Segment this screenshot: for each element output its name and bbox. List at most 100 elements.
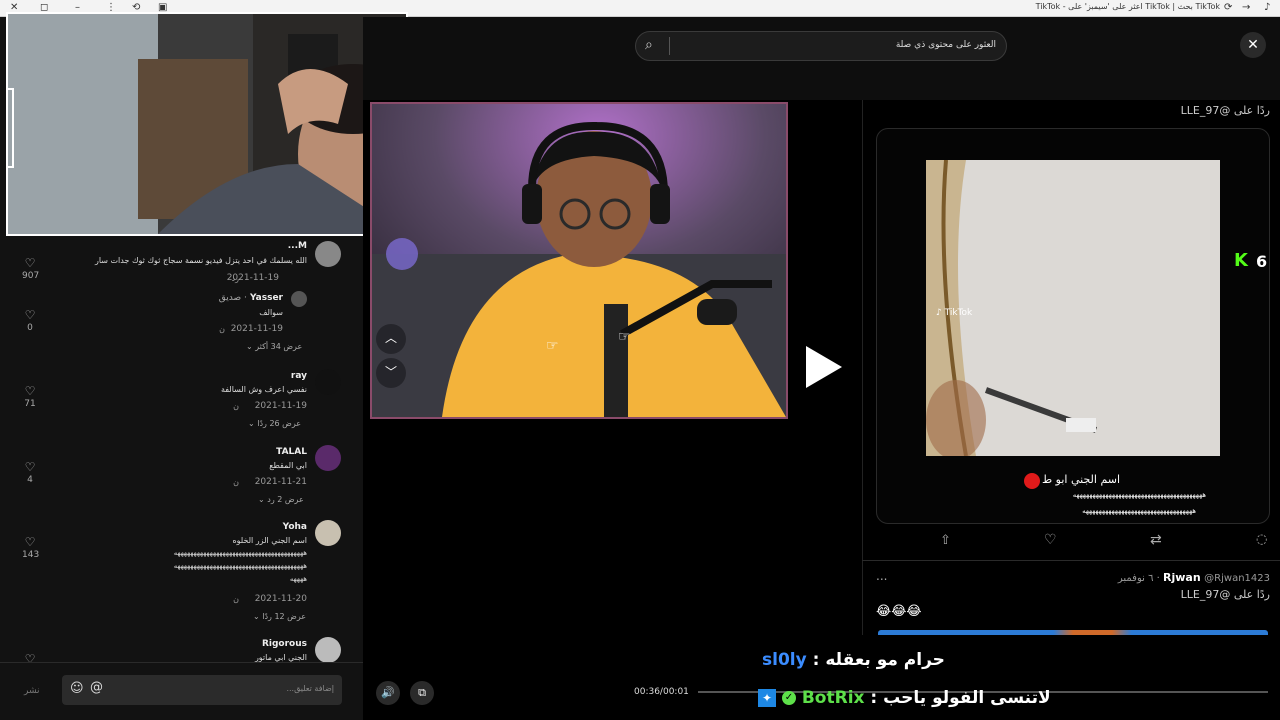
picture-in-picture-button[interactable]: ⧉ bbox=[410, 681, 434, 705]
forward-icon[interactable]: → bbox=[1242, 1, 1250, 15]
reply-author[interactable]: Rjwan bbox=[1163, 571, 1201, 584]
reply-header: Rjwan @Rjwan1423 · ٦ نوفمبر bbox=[1118, 571, 1270, 584]
reply-icon[interactable]: ◌ bbox=[1256, 532, 1267, 547]
like-button[interactable]: ♡ 0 bbox=[22, 309, 38, 333]
viewer-count: 6 bbox=[1256, 252, 1268, 271]
comment-author[interactable]: ray bbox=[291, 371, 307, 381]
kick-logo-icon: K bbox=[1234, 250, 1248, 271]
mention-icon[interactable]: @ bbox=[90, 680, 103, 695]
avatar[interactable] bbox=[315, 241, 341, 267]
chevron-down-icon: ﹀ bbox=[384, 365, 397, 379]
chat-message: ✦ ✓ BotRix : لاتنسى الفولو ياحب bbox=[758, 688, 1051, 708]
chat-text: حرام مو بعقله bbox=[825, 650, 945, 670]
post-button[interactable]: نشر bbox=[24, 686, 40, 696]
comment-date: 2021-11-20 bbox=[254, 594, 307, 604]
heart-icon: ♡ bbox=[24, 256, 36, 270]
comment-author[interactable]: Yasser · صديق bbox=[219, 293, 283, 303]
search-placeholder: العثور على محتوى ذي صلة bbox=[895, 40, 996, 50]
video-scene bbox=[372, 104, 786, 417]
chat-separator: : bbox=[806, 650, 826, 670]
view-replies-button[interactable]: عرض 34 أكثر ⌄ bbox=[246, 342, 302, 351]
comment-placeholder: إضافة تعليق... bbox=[286, 684, 334, 693]
more-options-button[interactable]: ... bbox=[876, 569, 887, 583]
close-icon: ✕ bbox=[1247, 37, 1259, 53]
tiktok-logo-icon: ♪ bbox=[1264, 2, 1271, 13]
comment-author[interactable]: TALAL bbox=[276, 447, 307, 457]
comment-date: 2021-11-19 bbox=[230, 324, 283, 334]
comment-text: هههههههههههههههههههههههههههههههههههههههه… bbox=[173, 562, 308, 570]
tiktok-watermark-icon: ♪ TikTok bbox=[936, 308, 973, 318]
chat-username: sl0ly bbox=[762, 650, 807, 670]
video-player[interactable]: ︿ ﹀ ☞ ☞ bbox=[370, 102, 788, 419]
comment-text: ههههه bbox=[289, 575, 307, 583]
reply-to-label[interactable]: ردًا على @LLE_97 bbox=[1181, 104, 1270, 117]
comment-author[interactable]: Yoha bbox=[283, 522, 307, 532]
avatar[interactable] bbox=[291, 291, 307, 307]
like-count: 71 bbox=[24, 399, 36, 409]
reply-button[interactable]: ن bbox=[233, 402, 239, 411]
chat-username: BotRix bbox=[801, 688, 865, 708]
avatar[interactable] bbox=[315, 445, 341, 471]
cursor-icon: ☞ bbox=[618, 329, 631, 345]
comment-text: ابي المقطع bbox=[269, 461, 307, 470]
reload-icon[interactable]: ⟳ bbox=[1224, 1, 1232, 15]
view-replies-button[interactable]: عرض 12 ردًا ⌄ bbox=[253, 612, 306, 621]
volume-icon: 🔊 bbox=[381, 686, 395, 699]
search-input[interactable]: ⌕ العثور على محتوى ذي صلة bbox=[635, 31, 1007, 61]
close-button[interactable]: ✕ bbox=[1240, 32, 1266, 58]
bot-badge-icon: ✦ bbox=[758, 689, 776, 707]
comment-text: نفسي اعرف وش السالفة bbox=[220, 385, 307, 394]
like-count: 4 bbox=[27, 475, 33, 485]
comment-input[interactable]: ☺ @ إضافة تعليق... bbox=[62, 675, 342, 705]
previous-video-button[interactable]: ︿ bbox=[376, 324, 406, 354]
like-button[interactable]: ♡ 907 bbox=[22, 256, 40, 281]
reply-text: 😂😂😂 bbox=[876, 604, 922, 619]
streamer-webcam bbox=[6, 12, 408, 236]
like-button[interactable]: ♡ 143 bbox=[22, 535, 39, 560]
tweet-image[interactable]: ♪ TikTok bbox=[926, 160, 1220, 456]
play-icon[interactable] bbox=[806, 346, 842, 388]
comment-author[interactable]: Rigorous bbox=[262, 639, 307, 649]
like-button[interactable]: ♡ 71 bbox=[22, 385, 38, 409]
heart-icon: ♡ bbox=[24, 308, 36, 322]
tweet-caption: ههههههههههههههههههههههههههههههههههه bbox=[1082, 507, 1196, 515]
cursor-icon: ☞ bbox=[546, 338, 559, 354]
like-button[interactable]: ♡ bbox=[22, 653, 38, 665]
comment-date: 2021-11-19 bbox=[254, 401, 307, 411]
emoji-icon[interactable]: ☺ bbox=[70, 681, 84, 696]
red-dot-icon bbox=[1024, 473, 1040, 489]
divider bbox=[0, 662, 363, 663]
like-count: 907 bbox=[22, 271, 40, 281]
reply-button[interactable]: رد bbox=[232, 274, 239, 283]
comment-date: 2021-11-21 bbox=[254, 477, 307, 487]
tab-title: TikTok بحث | TikTok اعثر على 'سيمبز' على… bbox=[1035, 2, 1220, 11]
like-icon[interactable]: ♡ bbox=[1044, 532, 1057, 548]
avatar[interactable] bbox=[315, 637, 341, 663]
comment-text: الجني ابي ماتور bbox=[254, 653, 307, 662]
heart-icon: ♡ bbox=[24, 460, 36, 474]
heart-icon: ♡ bbox=[24, 535, 36, 549]
comment-text: سوالف bbox=[259, 308, 283, 317]
next-video-button[interactable]: ﹀ bbox=[376, 358, 406, 388]
frame-decoration bbox=[8, 88, 14, 168]
reply-button[interactable]: ن bbox=[219, 325, 225, 334]
like-button[interactable]: ♡ 4 bbox=[22, 461, 38, 485]
chat-separator: : bbox=[864, 688, 884, 708]
view-replies-button[interactable]: عرض 2 رد ⌄ bbox=[258, 495, 304, 504]
reply-button[interactable]: ن bbox=[233, 595, 239, 604]
retweet-icon[interactable]: ⇄ bbox=[1150, 532, 1162, 548]
comment-text: هههههههههههههههههههههههههههههههههههههههه… bbox=[173, 549, 308, 557]
view-replies-button[interactable]: عرض 26 ردًا ⌄ bbox=[248, 419, 301, 428]
reply-button[interactable]: ن bbox=[233, 478, 239, 487]
share-icon[interactable]: ⇧ bbox=[940, 533, 951, 548]
volume-button[interactable]: 🔊 bbox=[376, 681, 400, 705]
reply-to-label[interactable]: ردًا على @LLE_97 bbox=[1181, 588, 1270, 601]
divider bbox=[669, 37, 670, 55]
avatar[interactable] bbox=[315, 520, 341, 546]
chat-message: sl0ly : حرام مو بعقله bbox=[762, 650, 945, 670]
comment-text: الله يسلمك في احد يتزل فيديو نسمة سجاج ث… bbox=[94, 256, 307, 265]
comment-author[interactable]: M... bbox=[288, 241, 307, 251]
webcam-scene bbox=[8, 14, 406, 234]
search-icon[interactable]: ⌕ bbox=[645, 37, 653, 53]
avatar[interactable] bbox=[315, 369, 341, 395]
